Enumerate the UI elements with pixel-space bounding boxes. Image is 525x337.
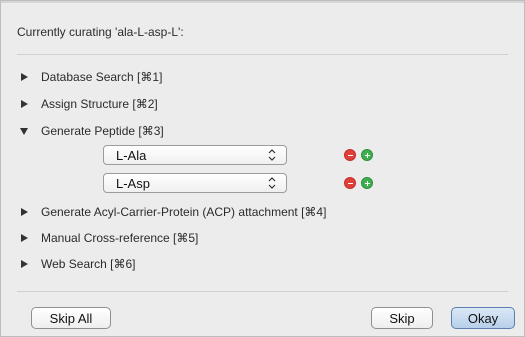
- select-arrows-icon: [268, 148, 276, 162]
- disclosure-triangle-right-icon[interactable]: [17, 70, 31, 84]
- disclosure-triangle-right-icon[interactable]: [17, 205, 31, 219]
- add-icon[interactable]: [361, 177, 373, 189]
- section-generate-acp-attachment[interactable]: Generate Acyl-Carrier-Protein (ACP) atta…: [17, 203, 508, 221]
- section-label: Assign Structure [⌘2]: [41, 97, 158, 111]
- select-value: L-Asp: [116, 175, 150, 191]
- section-web-search[interactable]: Web Search [⌘6]: [17, 255, 508, 273]
- skip-button[interactable]: Skip: [371, 307, 433, 329]
- section-manual-cross-reference[interactable]: Manual Cross-reference [⌘5]: [17, 229, 508, 247]
- okay-button[interactable]: Okay: [451, 307, 515, 329]
- disclosure-triangle-right-icon[interactable]: [17, 231, 31, 245]
- current-curation-label: Currently curating 'ala-L-asp-L':: [17, 25, 184, 39]
- section-label: Generate Acyl-Carrier-Protein (ACP) atta…: [41, 205, 327, 219]
- select-value: L-Ala: [116, 147, 147, 163]
- section-database-search[interactable]: Database Search [⌘1]: [17, 68, 508, 86]
- disclosure-triangle-right-icon[interactable]: [17, 257, 31, 271]
- section-generate-peptide[interactable]: Generate Peptide [⌘3]: [17, 122, 508, 140]
- skip-all-button[interactable]: Skip All: [31, 307, 111, 329]
- amino-acid-select-2[interactable]: L-Asp: [103, 173, 287, 193]
- section-assign-structure[interactable]: Assign Structure [⌘2]: [17, 95, 508, 113]
- window-top-border: [1, 1, 524, 3]
- select-arrows-icon: [268, 176, 276, 190]
- section-label: Generate Peptide [⌘3]: [41, 124, 164, 138]
- section-label: Database Search [⌘1]: [41, 70, 163, 84]
- remove-icon[interactable]: [344, 149, 356, 161]
- section-label: Web Search [⌘6]: [41, 257, 136, 271]
- section-label: Manual Cross-reference [⌘5]: [41, 231, 199, 245]
- amino-acid-select-1[interactable]: L-Ala: [103, 145, 287, 165]
- add-icon[interactable]: [361, 149, 373, 161]
- disclosure-triangle-down-icon[interactable]: [17, 124, 31, 138]
- remove-icon[interactable]: [344, 177, 356, 189]
- top-divider: [17, 54, 508, 55]
- disclosure-triangle-right-icon[interactable]: [17, 97, 31, 111]
- bottom-divider: [17, 291, 508, 292]
- curation-dialog: Currently curating 'ala-L-asp-L': Databa…: [0, 0, 525, 337]
